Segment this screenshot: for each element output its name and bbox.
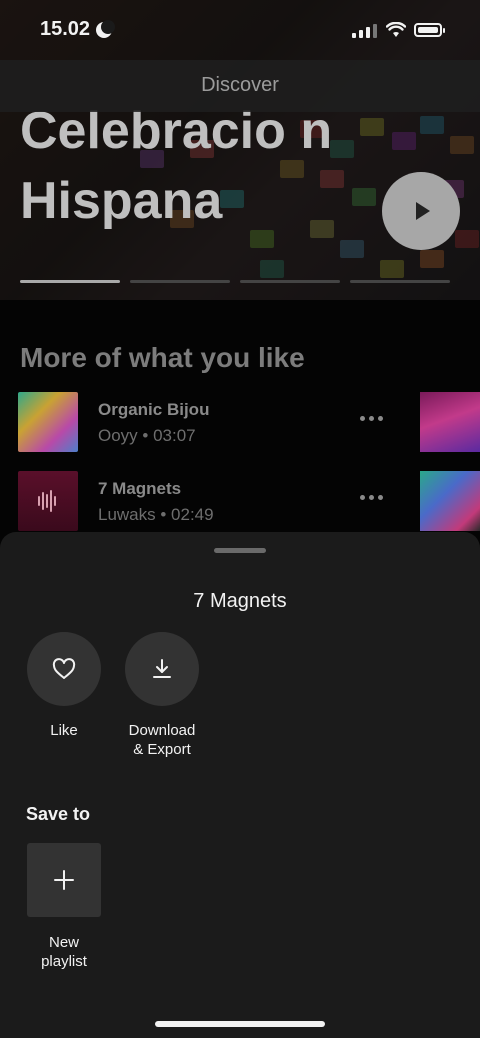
track-row[interactable]: Organic Bijou Ooyy • 03:07 [18, 392, 480, 452]
new-playlist-line1: New [48, 934, 79, 951]
new-playlist-line2: playlist [41, 953, 87, 970]
track-artwork [420, 392, 480, 452]
save-to-heading: Save to [26, 804, 91, 824]
heart-icon [52, 658, 76, 679]
play-icon [416, 202, 430, 220]
status-time: 15.02 [40, 18, 116, 41]
like-button[interactable] [27, 632, 101, 706]
home-indicator[interactable] [155, 1021, 325, 1027]
plus-icon [54, 870, 74, 890]
new-playlist-label: New playlist [14, 933, 114, 971]
carousel-indicator-2[interactable] [130, 280, 230, 283]
download-icon [153, 659, 171, 678]
track-artwork [420, 471, 480, 531]
track-subtitle: Luwaks • 02:49 [98, 505, 214, 524]
track-title: Organic Bijou [98, 400, 210, 419]
cellular-signal-icon [352, 24, 377, 38]
waveform-icon [38, 490, 56, 512]
download-label-line2: & Export [133, 741, 191, 758]
download-export-button[interactable] [125, 632, 199, 706]
sheet-title: 7 Magnets [193, 590, 287, 612]
track-row[interactable]: 7 Magnets Luwaks • 02:49 [18, 471, 480, 531]
status-bar: 15.02 [0, 0, 480, 60]
more-dots-icon[interactable] [360, 416, 383, 421]
wifi-icon [386, 22, 406, 37]
carousel-indicator-1[interactable] [20, 280, 120, 283]
play-button[interactable] [382, 172, 460, 250]
like-label: Like [50, 722, 78, 739]
carousel-indicator-3[interactable] [240, 280, 340, 283]
moon-icon [96, 19, 116, 38]
more-dots-icon[interactable] [360, 495, 383, 500]
download-export-label: Download & Export [107, 721, 217, 759]
track-subtitle: Ooyy • 03:07 [98, 426, 196, 445]
clock-text: 15.02 [40, 18, 91, 40]
track-artwork [18, 392, 78, 452]
page-title: Discover [201, 74, 279, 96]
sheet-grabber-handle[interactable] [214, 548, 266, 553]
carousel-indicator-4[interactable] [350, 280, 450, 283]
hero-title[interactable]: Celebracio n Hispana [20, 96, 380, 236]
download-label-line1: Download [128, 722, 196, 739]
track-title: 7 Magnets [98, 479, 182, 498]
section-title: More of what you like [20, 342, 305, 373]
battery-icon [414, 23, 445, 37]
new-playlist-button[interactable] [27, 843, 101, 917]
track-artwork [18, 471, 78, 531]
